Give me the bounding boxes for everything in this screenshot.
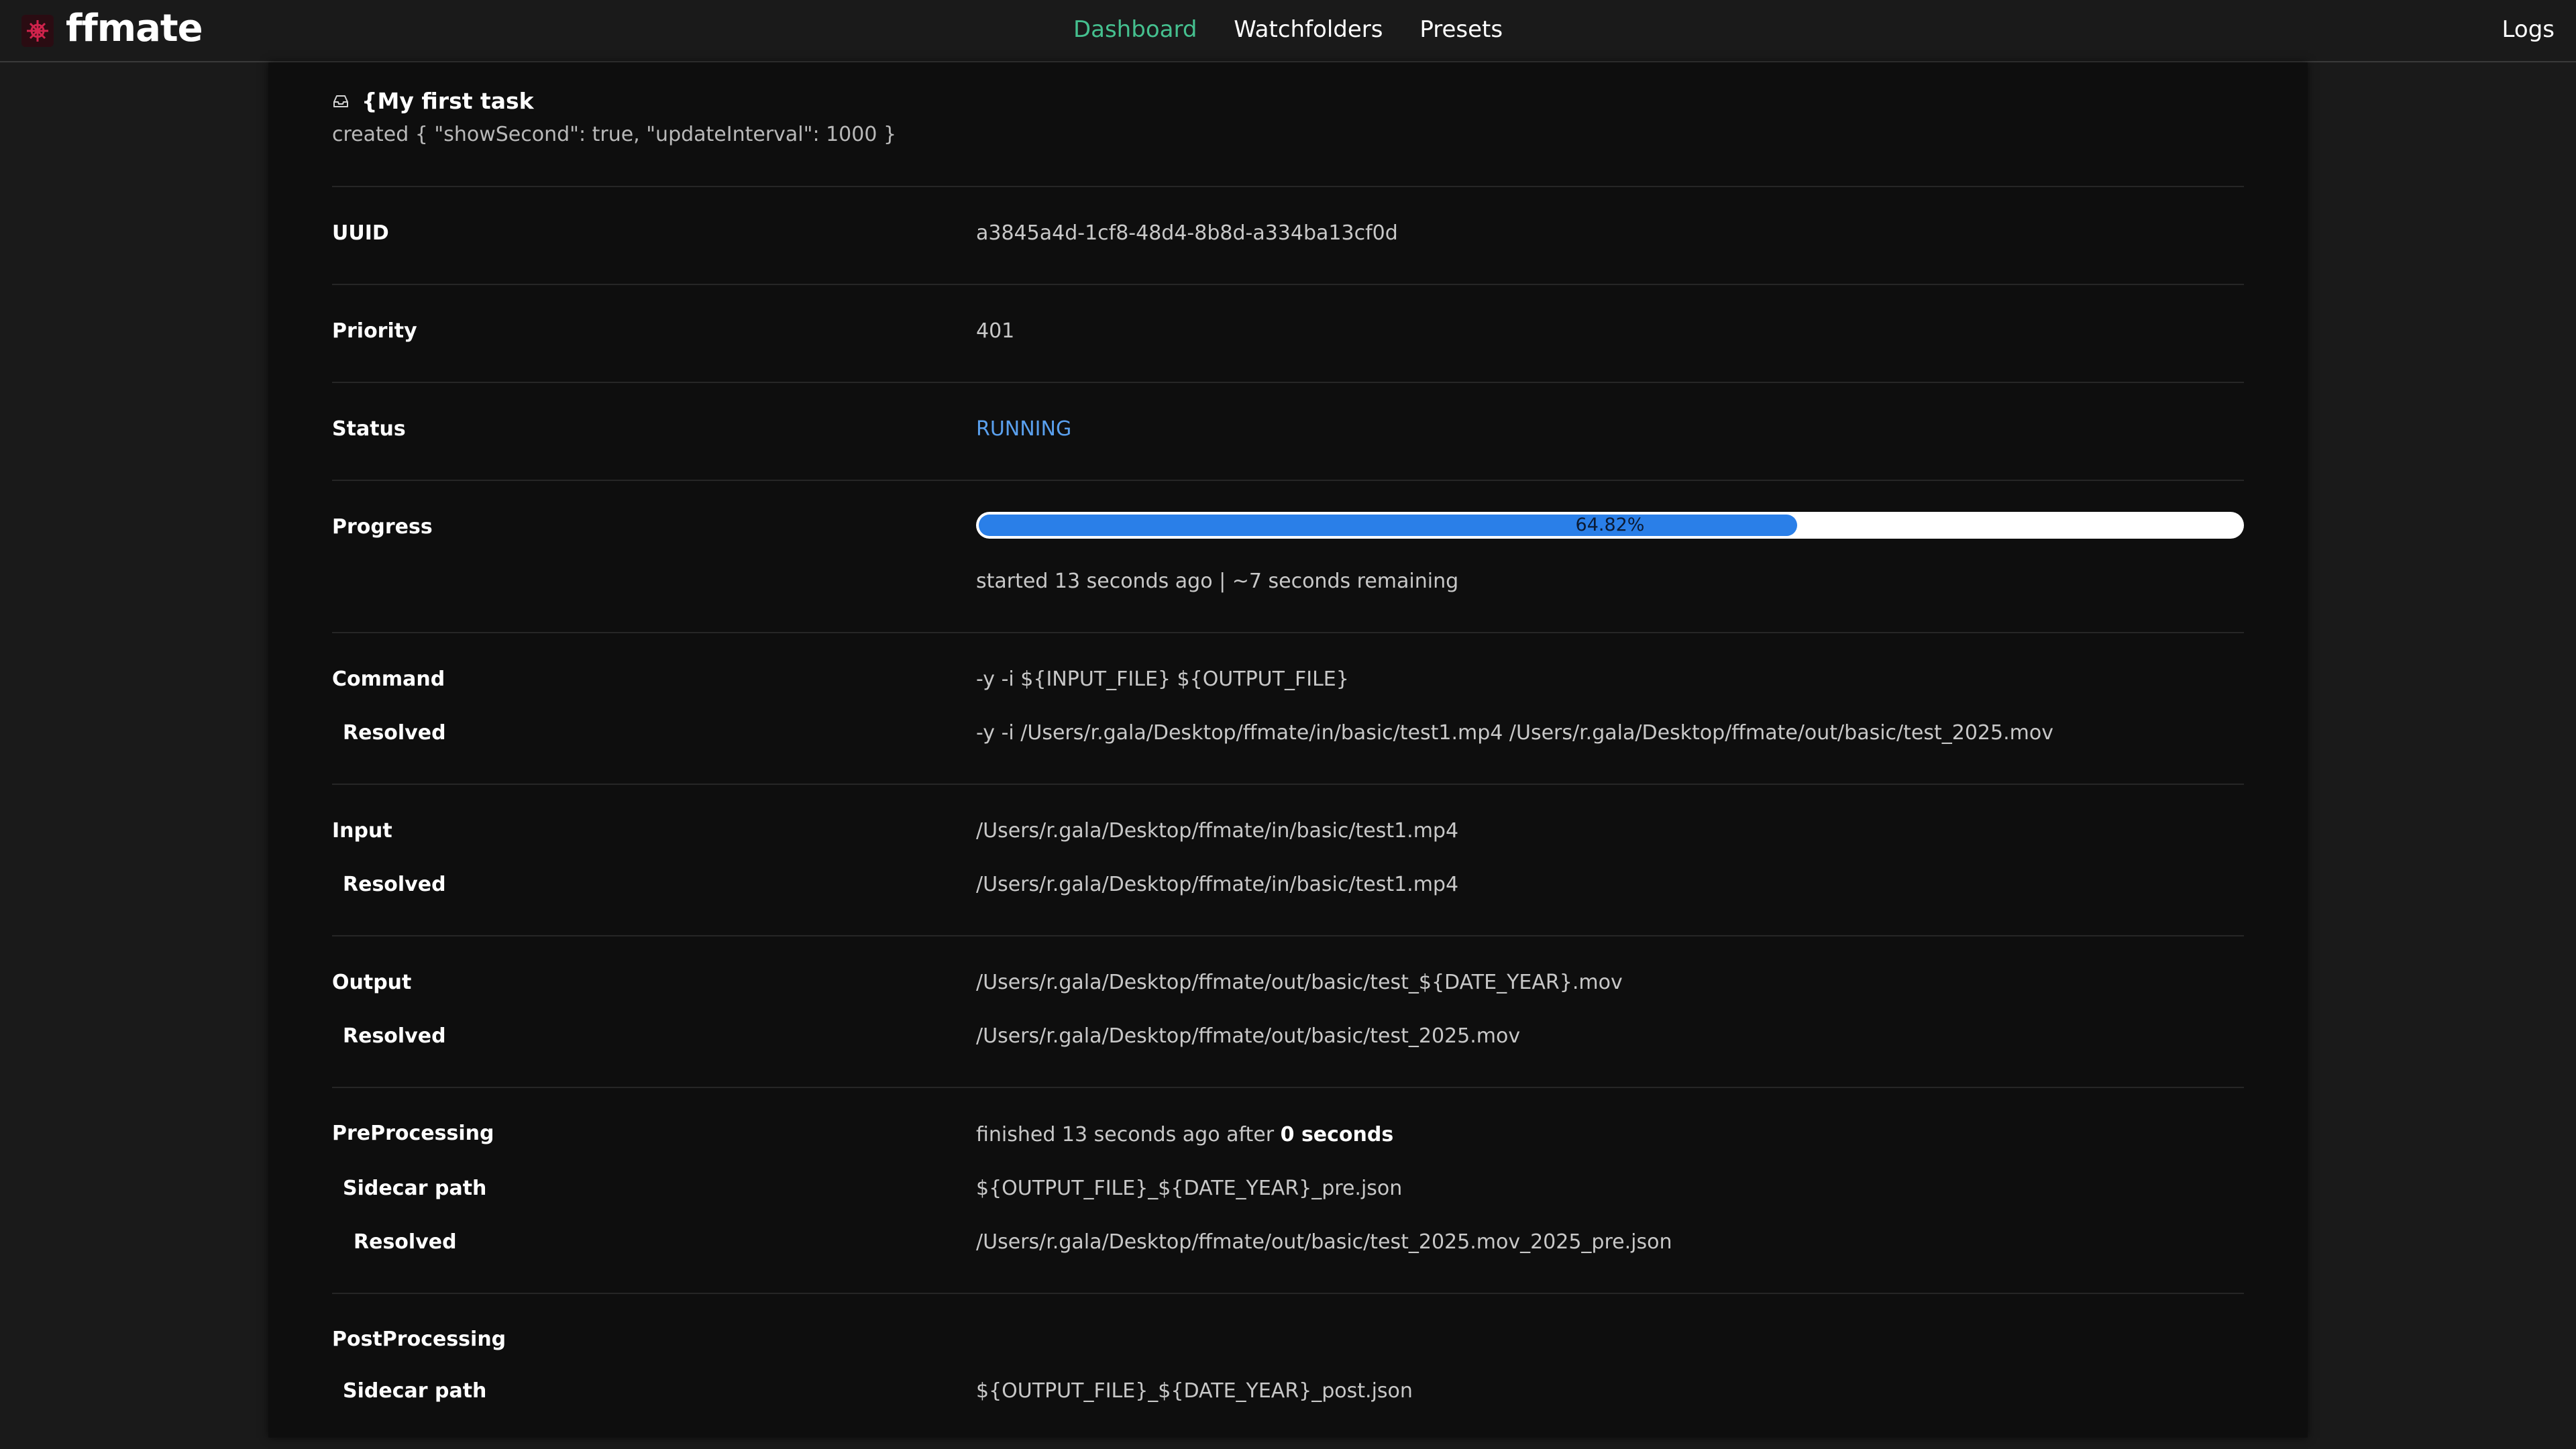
post-sidecar-label: Sidecar path [343,1379,487,1403]
uuid-value: a3845a4d-1cf8-48d4-8b8d-a334ba13cf0d [976,221,1398,245]
inbox-icon [332,89,350,107]
command-value: -y -i ${INPUT_FILE} ${OUTPUT_FILE} [976,667,1349,691]
postprocessing-label: PostProcessing [332,1328,506,1351]
status-badge: RUNNING [976,417,1072,441]
pre-sidecar-value: ${OUTPUT_FILE}_${DATE_YEAR}_pre.json [976,1177,1403,1200]
priority-value: 401 [976,319,1015,343]
output-resolved-label: Resolved [343,1024,446,1048]
preprocessing-status: finished 13 seconds ago after 0 seconds [976,1123,1393,1146]
divider [332,784,2244,785]
progress-meta: started 13 seconds ago | ~7 seconds rema… [976,570,1459,593]
preprocessing-label: PreProcessing [332,1122,494,1145]
nav-link-watchfolders[interactable]: Watchfolders [1234,16,1383,43]
preprocessing-status-text: finished 13 seconds ago after [976,1123,1281,1146]
task-created-meta: created { "showSecond": true, "updateInt… [332,123,897,146]
priority-label: Priority [332,319,417,343]
task-title-text: {My first task [362,88,534,114]
uuid-label: UUID [332,221,389,245]
task-title: {My first task [332,88,534,114]
divider [332,480,2244,481]
output-value: /Users/r.gala/Desktop/ffmate/out/basic/t… [976,971,1623,994]
command-resolved-label: Resolved [343,721,446,745]
input-value: /Users/r.gala/Desktop/ffmate/in/basic/te… [976,819,1459,843]
divider [332,284,2244,285]
nav-link-logs[interactable]: Logs [2502,16,2555,43]
pre-sidecar-resolved-label: Resolved [354,1230,457,1254]
input-resolved-value: /Users/r.gala/Desktop/ffmate/in/basic/te… [976,873,1459,896]
divider [332,1087,2244,1088]
status-label: Status [332,417,406,441]
top-navbar: ffmate Dashboard Watchfolders Presets Lo… [0,0,2576,62]
pre-sidecar-resolved-value: /Users/r.gala/Desktop/ffmate/out/basic/t… [976,1230,1672,1254]
main-nav: Dashboard Watchfolders Presets [0,16,2576,43]
nav-link-presets[interactable]: Presets [1419,16,1503,43]
progress-label: Progress [332,515,433,539]
command-label: Command [332,667,445,691]
output-resolved-value: /Users/r.gala/Desktop/ffmate/out/basic/t… [976,1024,1521,1048]
command-resolved-value: -y -i /Users/r.gala/Desktop/ffmate/in/ba… [976,721,2053,745]
output-label: Output [332,971,412,994]
nav-link-dashboard[interactable]: Dashboard [1073,16,1197,43]
progress-bar: 64.82% [976,512,2244,539]
post-sidecar-value: ${OUTPUT_FILE}_${DATE_YEAR}_post.json [976,1379,1413,1403]
pre-sidecar-label: Sidecar path [343,1177,487,1200]
divider [332,382,2244,383]
divider [332,1293,2244,1294]
input-resolved-label: Resolved [343,873,446,896]
preprocessing-duration: 0 seconds [1280,1123,1394,1146]
divider [332,632,2244,633]
divider [332,186,2244,187]
input-label: Input [332,819,392,843]
divider [332,935,2244,936]
progress-percent: 64.82% [1575,515,1645,535]
task-detail-panel: {My first task created { "showSecond": t… [268,62,2308,1438]
